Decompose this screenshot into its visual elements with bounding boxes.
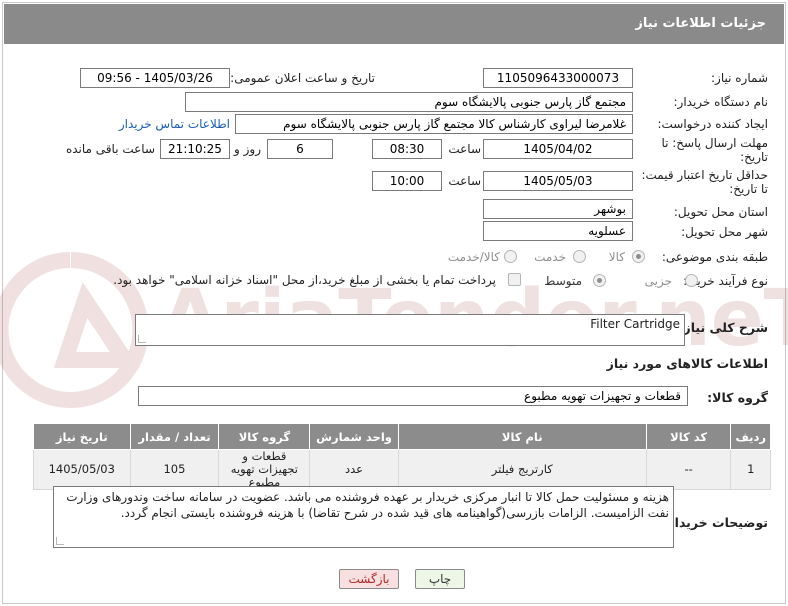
goods-section-title: اطلاعات کالاهای مورد نیاز xyxy=(606,356,768,371)
announce-field: 1405/03/26 - 09:56 xyxy=(80,68,230,88)
category-label: طبقه بندی موضوعی: xyxy=(661,250,768,264)
category-option-goods: کالا xyxy=(608,250,625,264)
days-label: روز و xyxy=(234,142,261,156)
column-header-unit: واحد شمارش xyxy=(309,423,399,450)
process-radio-medium[interactable] xyxy=(593,274,606,287)
process-radio-minor[interactable] xyxy=(685,274,698,287)
buyer-notes-text: هزینه و مسئولیت حمل کالا تا انبار مرکزی … xyxy=(66,490,669,520)
table-row: 1 -- کارتریج فیلتر عدد قطعات و تجهیزات ت… xyxy=(33,449,771,490)
contact-info-link[interactable]: اطلاعات تماس خریدار xyxy=(119,117,230,131)
announce-label: تاریخ و ساعت اعلان عمومی: xyxy=(230,71,375,85)
treasury-payment-note: پرداخت تمام یا بخشی از مبلغ خرید،از محل … xyxy=(113,273,496,287)
column-header-quantity: تعداد / مقدار xyxy=(129,423,220,450)
column-header-name: نام کالا xyxy=(397,423,647,450)
days-field: 6 xyxy=(267,139,333,159)
remaining-time-field: 21:10:25 xyxy=(160,139,230,159)
category-radio-both[interactable] xyxy=(504,250,517,263)
category-option-both: کالا/خدمت xyxy=(447,250,500,264)
buyer-org-field: مجتمع گاز پارس جنوبی پالایشگاه سوم xyxy=(185,92,633,112)
validity-label-date: تا تاریخ: xyxy=(729,182,768,196)
notes-resize-handle-icon[interactable] xyxy=(56,537,64,545)
cell-row-number: 1 xyxy=(730,449,771,490)
page-title: جزئیات اطلاعات نیاز xyxy=(635,16,766,31)
goods-group-field: قطعات و تجهیزات تهویه مطبوع xyxy=(138,386,688,406)
province-field: بوشهر xyxy=(483,199,633,219)
buyer-org-label: نام دستگاه خریدار: xyxy=(673,95,769,109)
buyer-notes-field: هزینه و مسئولیت حمل کالا تا انبار مرکزی … xyxy=(53,486,674,548)
deadline-label-date: تاریخ: xyxy=(740,150,768,164)
description-label: شرح کلی نیاز: xyxy=(678,320,768,335)
deadline-date-field: 1405/04/02 xyxy=(483,139,633,159)
page-header: جزئیات اطلاعات نیاز xyxy=(4,4,784,44)
goods-table-header: ردیف کد کالا نام کالا واحد شمارش گروه کا… xyxy=(33,423,771,450)
description-field: Filter Cartridge xyxy=(135,314,685,346)
column-header-row-number: ردیف xyxy=(730,423,771,450)
cell-need-date: 1405/05/03 xyxy=(33,449,131,490)
buyer-notes-label: توضیحات خریدار: xyxy=(662,515,768,530)
category-option-service: خدمت xyxy=(534,250,566,264)
deadline-time-label: ساعت xyxy=(448,142,481,156)
need-number-field: 1105096433000073 xyxy=(483,68,633,88)
cell-unit: عدد xyxy=(309,449,399,490)
column-header-code: کد کالا xyxy=(645,423,732,450)
validity-time-label: ساعت xyxy=(448,174,481,188)
process-option-medium: متوسط xyxy=(544,274,582,288)
cell-quantity: 105 xyxy=(129,449,220,490)
deadline-label: مهلت ارسال پاسخ: تا xyxy=(661,136,768,150)
creator-field: غلامرضا لیراوی کارشناس کالا مجتمع گاز پا… xyxy=(235,114,633,134)
description-text: Filter Cartridge xyxy=(590,317,680,331)
remaining-label: ساعت باقی مانده xyxy=(65,142,155,156)
column-header-group: گروه کالا xyxy=(218,423,311,450)
process-option-minor: جزیی xyxy=(644,274,672,288)
province-label: استان محل تحویل: xyxy=(673,205,768,219)
back-button[interactable]: بازگشت xyxy=(339,569,399,589)
need-number-label: شماره نیاز: xyxy=(711,71,768,85)
resize-handle-icon[interactable] xyxy=(138,335,146,343)
cell-name: کارتریج فیلتر xyxy=(397,449,647,490)
validity-time-field: 10:00 xyxy=(372,171,442,191)
city-field: عسلویه xyxy=(483,221,633,241)
cell-code: -- xyxy=(645,449,732,490)
goods-group-label: گروه کالا: xyxy=(707,390,768,405)
goods-table: ردیف کد کالا نام کالا واحد شمارش گروه کا… xyxy=(33,423,771,490)
column-header-need-date: تاریخ نیاز xyxy=(33,423,131,450)
city-label: شهر محل تحویل: xyxy=(681,225,768,239)
category-radio-service[interactable] xyxy=(573,250,586,263)
treasury-payment-checkbox[interactable] xyxy=(508,273,521,286)
cell-group: قطعات و تجهیزات تهویه مطبوع xyxy=(218,449,311,490)
validity-date-field: 1405/05/03 xyxy=(483,171,633,191)
creator-label: ایجاد کننده درخواست: xyxy=(657,117,768,131)
validity-label: حداقل تاریخ اعتبار قیمت: xyxy=(641,168,768,182)
print-button[interactable]: چاپ xyxy=(415,569,465,589)
deadline-time-field: 08:30 xyxy=(372,139,442,159)
category-radio-goods[interactable] xyxy=(632,250,645,263)
